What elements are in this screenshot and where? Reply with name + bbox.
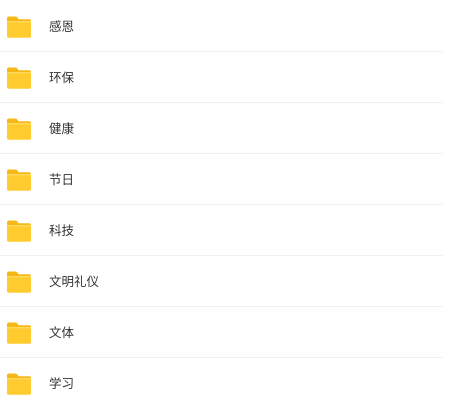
folder-item-gratitude[interactable]: 感恩 <box>0 1 449 52</box>
folder-icon <box>7 322 31 344</box>
folder-label: 节日 <box>49 171 75 187</box>
folder-item-sports-culture[interactable]: 文体 <box>0 307 449 358</box>
folder-item-study[interactable]: 学习 <box>0 358 449 409</box>
folder-icon <box>7 16 31 38</box>
folder-icon <box>7 67 31 89</box>
folder-item-holiday[interactable]: 节日 <box>0 154 449 205</box>
folder-label: 文明礼仪 <box>49 273 100 289</box>
folder-icon <box>7 373 31 395</box>
folder-item-technology[interactable]: 科技 <box>0 205 449 256</box>
folder-icon <box>7 118 31 140</box>
folder-label: 环保 <box>49 69 75 85</box>
folder-icon <box>7 169 31 191</box>
folder-list: 感恩 环保 健康 节日 科技 文明礼仪 文体 学习 <box>0 1 449 409</box>
folder-icon <box>7 220 31 242</box>
folder-item-environment[interactable]: 环保 <box>0 52 449 103</box>
folder-item-etiquette[interactable]: 文明礼仪 <box>0 256 449 307</box>
folder-label: 健康 <box>49 120 75 136</box>
folder-item-health[interactable]: 健康 <box>0 103 449 154</box>
folder-icon <box>7 271 31 293</box>
folder-label: 文体 <box>49 324 75 340</box>
folder-label: 科技 <box>49 222 75 238</box>
folder-label: 学习 <box>49 375 75 391</box>
folder-label: 感恩 <box>49 18 75 34</box>
